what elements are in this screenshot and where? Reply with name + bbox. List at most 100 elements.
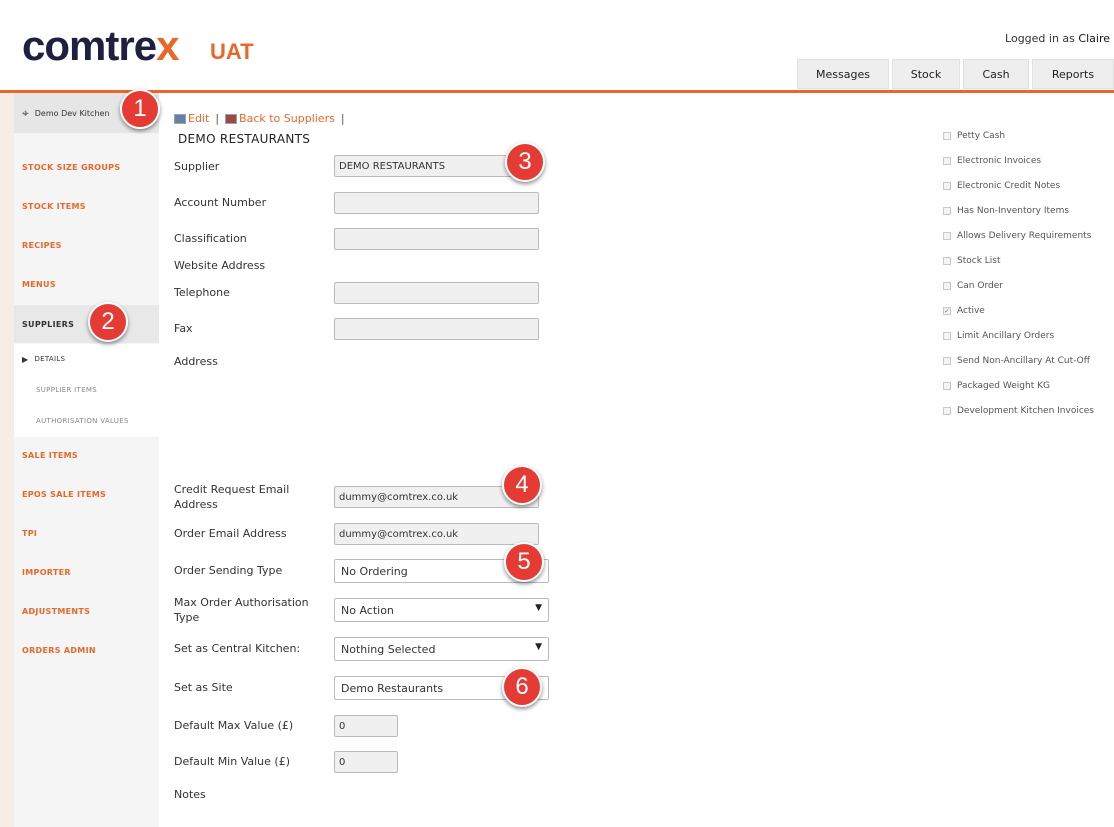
central-kitchen-select[interactable]: Nothing Selected ▼: [334, 637, 549, 661]
logo-uat: UAT: [210, 39, 254, 64]
logged-in-prefix: Logged in as: [1005, 32, 1075, 45]
checkbox-label: Has Non-Inventory Items: [957, 206, 1070, 216]
logo-text: comtre: [22, 22, 157, 69]
max-order-auth-value: No Action: [341, 603, 394, 617]
telephone-label: Telephone: [174, 286, 230, 299]
checkbox-electronic-invoices[interactable]: Electronic Invoices: [943, 156, 1041, 166]
tab-cash[interactable]: Cash: [963, 59, 1029, 89]
record-actions: Edit | Back to Suppliers |: [174, 112, 351, 125]
annotation-badge-2: 2: [88, 302, 128, 342]
fax-field[interactable]: [334, 318, 539, 340]
sidebar-item-orders-admin[interactable]: ORDERS ADMIN: [14, 631, 159, 669]
order-sending-type-label: Order Sending Type: [174, 564, 283, 577]
checkbox-label: Electronic Credit Notes: [957, 181, 1061, 191]
checkbox-development-kitchen-invoices[interactable]: Development Kitchen Invoices: [943, 406, 1094, 416]
sidebar-sub-details[interactable]: ▶ DETAILS: [14, 344, 159, 374]
checkbox-can-order[interactable]: Can Order: [943, 281, 1003, 291]
sidebar-item-stock-items[interactable]: STOCK ITEMS: [14, 187, 159, 225]
separator: |: [215, 112, 220, 125]
checkbox-label: Electronic Invoices: [957, 156, 1042, 166]
checkbox-has-non-inventory-items[interactable]: Has Non-Inventory Items: [943, 206, 1069, 216]
checkbox-label: Petty Cash: [957, 131, 1006, 141]
order-email-label: Order Email Address: [174, 527, 287, 540]
sidebar-item-epos-sale-items[interactable]: EPOS SALE ITEMS: [14, 475, 159, 513]
check-mark-icon[interactable]: ✓: [943, 307, 951, 315]
credit-email-label-line2: Address: [174, 498, 218, 511]
checkbox-box[interactable]: [943, 357, 951, 365]
checkbox-box[interactable]: [943, 382, 951, 390]
site-name: Demo Dev Kitchen: [34, 108, 110, 118]
checkbox-electronic-credit-notes[interactable]: Electronic Credit Notes: [943, 181, 1060, 191]
notes-label: Notes: [174, 788, 206, 801]
sidebar-item-sale-items[interactable]: SALE ITEMS: [14, 436, 159, 474]
checkbox-box[interactable]: [943, 407, 951, 415]
account-number-label: Account Number: [174, 196, 267, 209]
annotation-badge-1: 1: [120, 89, 160, 129]
logged-in-status: Logged in as Claire: [1005, 32, 1110, 45]
max-order-auth-select[interactable]: No Action ▼: [334, 598, 549, 622]
classification-field[interactable]: [334, 228, 539, 250]
max-order-auth-label-line1: Max Order Authorisation: [174, 596, 309, 609]
checkbox-box[interactable]: [943, 132, 951, 140]
default-max-field[interactable]: 0: [334, 715, 398, 737]
annotation-badge-6: 6: [502, 667, 542, 707]
tab-reports[interactable]: Reports: [1032, 59, 1114, 89]
classification-label: Classification: [174, 232, 247, 245]
back-to-suppliers-link[interactable]: Back to Suppliers: [239, 112, 335, 125]
sidebar-item-stock-size-groups[interactable]: STOCK SIZE GROUPS: [14, 148, 159, 186]
sidebar-item-tpi[interactable]: TPI: [14, 514, 159, 552]
account-number-field[interactable]: [334, 192, 539, 214]
page-title: DEMO RESTAURANTS: [178, 132, 311, 146]
central-kitchen-value: Nothing Selected: [341, 642, 436, 656]
address-label: Address: [174, 355, 218, 368]
checkbox-allows-delivery-requirements[interactable]: Allows Delivery Requirements: [943, 231, 1091, 241]
default-min-label: Default Min Value (£): [174, 755, 290, 768]
website-label: Website Address: [174, 259, 266, 272]
dropdown-arrow-icon: ▼: [535, 642, 542, 652]
checkbox-label: Send Non-Ancillary At Cut-Off: [957, 356, 1090, 366]
max-order-auth-label: Max Order Authorisation Type: [174, 595, 309, 625]
default-max-label: Default Max Value (£): [174, 719, 294, 732]
sidebar-item-importer[interactable]: IMPORTER: [14, 553, 159, 591]
sidebar-item-suppliers[interactable]: SUPPLIERS: [14, 305, 159, 343]
telephone-field[interactable]: [334, 282, 539, 304]
sidebar-sub-supplier-items[interactable]: SUPPLIER ITEMS: [14, 375, 159, 405]
logo-x: x: [156, 22, 179, 69]
checkbox-box[interactable]: [943, 257, 951, 265]
checkbox-label: Active: [957, 306, 985, 316]
checkbox-active[interactable]: ✓ Active: [943, 306, 985, 316]
order-email-field[interactable]: dummy@comtrex.co.uk: [334, 523, 539, 545]
checkbox-label: Limit Ancillary Orders: [957, 331, 1055, 341]
set-as-site-value: Demo Restaurants: [341, 681, 444, 695]
checkbox-box[interactable]: [943, 157, 951, 165]
header-divider: [0, 90, 1114, 93]
sidebar-item-adjustments[interactable]: ADJUSTMENTS: [14, 592, 159, 630]
order-sending-type-value: No Ordering: [341, 564, 408, 578]
tab-stock[interactable]: Stock: [892, 59, 960, 89]
sidebar-item-recipes[interactable]: RECIPES: [14, 226, 159, 264]
dropdown-arrow-icon: ▼: [535, 603, 542, 613]
back-icon: [225, 113, 238, 124]
default-min-field[interactable]: 0: [334, 751, 398, 773]
top-nav: Messages Stock Cash Reports: [794, 59, 1114, 89]
sidebar-sub-authorisation-values[interactable]: AUTHORISATION VALUES: [14, 406, 159, 436]
checkbox-box[interactable]: [943, 332, 951, 340]
checkbox-box[interactable]: [943, 282, 951, 290]
credit-email-label: Credit Request Email Address: [174, 482, 289, 512]
tab-messages[interactable]: Messages: [797, 59, 889, 89]
checkbox-box[interactable]: [943, 232, 951, 240]
edit-icon: [174, 113, 186, 124]
supplier-label: Supplier: [174, 160, 220, 173]
edit-link[interactable]: Edit: [188, 112, 209, 125]
checkbox-packaged-weight-kg[interactable]: Packaged Weight KG: [943, 381, 1050, 391]
checkbox-box[interactable]: [943, 207, 951, 215]
sidebar-item-menus[interactable]: MENUS: [14, 265, 159, 303]
checkbox-limit-ancillary-orders[interactable]: Limit Ancillary Orders: [943, 331, 1054, 341]
checkbox-label: Stock List: [957, 256, 1001, 266]
checkbox-stock-list[interactable]: Stock List: [943, 256, 1001, 266]
checkbox-send-non-ancillary[interactable]: Send Non-Ancillary At Cut-Off: [943, 356, 1090, 366]
checkbox-petty-cash[interactable]: Petty Cash: [943, 131, 1005, 141]
location-pin-icon: ⌖: [22, 105, 29, 120]
checkbox-box[interactable]: [943, 182, 951, 190]
suppliers-submenu: ▶ DETAILS SUPPLIER ITEMS AUTHORISATION V…: [14, 344, 159, 437]
